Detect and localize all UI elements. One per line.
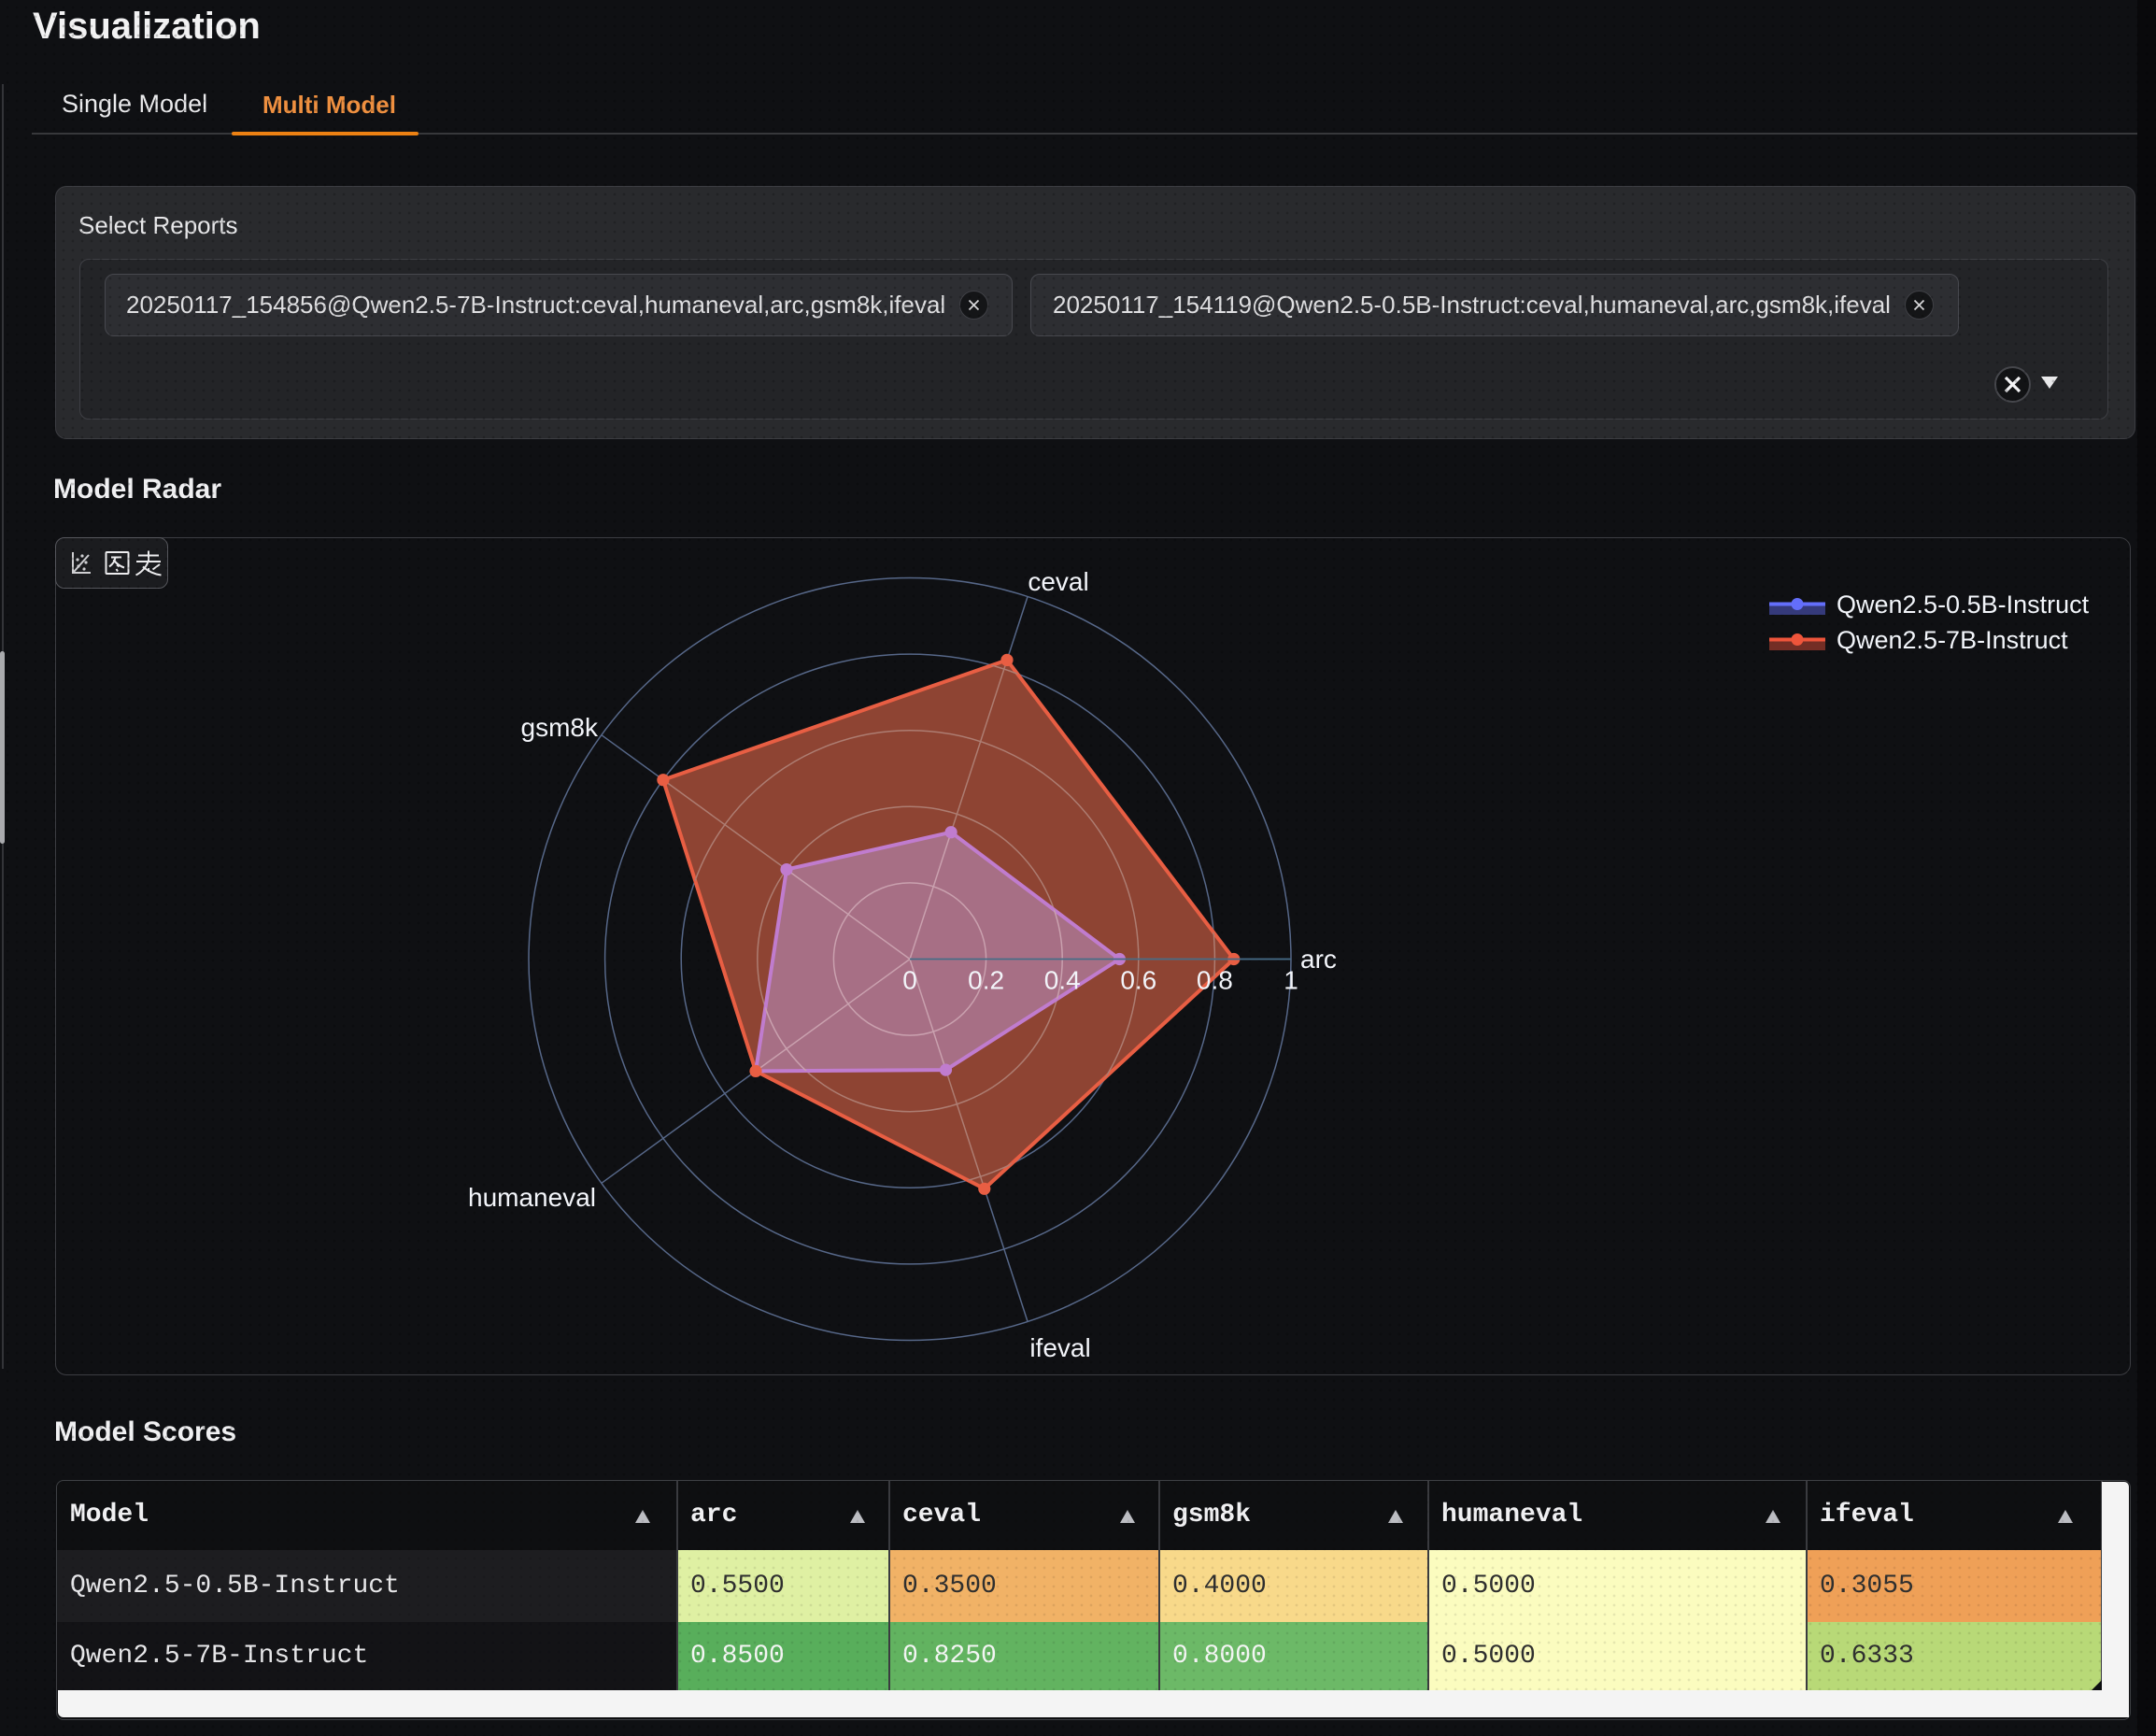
svg-text:humaneval: humaneval	[468, 1183, 596, 1212]
svg-text:0.4: 0.4	[1044, 966, 1081, 995]
svg-text:arc: arc	[1300, 945, 1337, 974]
svg-text:Qwen2.5-0.5B-Instruct: Qwen2.5-0.5B-Instruct	[1837, 591, 2090, 619]
svg-text:gsm8k: gsm8k	[521, 713, 599, 742]
svg-text:1: 1	[1284, 966, 1298, 995]
svg-text:0.8: 0.8	[1197, 966, 1233, 995]
svg-text:0.2: 0.2	[968, 966, 1004, 995]
svg-text:0: 0	[902, 966, 917, 995]
svg-text:ceval: ceval	[1028, 567, 1088, 596]
svg-text:ifeval: ifeval	[1029, 1333, 1090, 1362]
svg-text:0.6: 0.6	[1120, 966, 1156, 995]
svg-text:Qwen2.5-7B-Instruct: Qwen2.5-7B-Instruct	[1837, 626, 2068, 654]
